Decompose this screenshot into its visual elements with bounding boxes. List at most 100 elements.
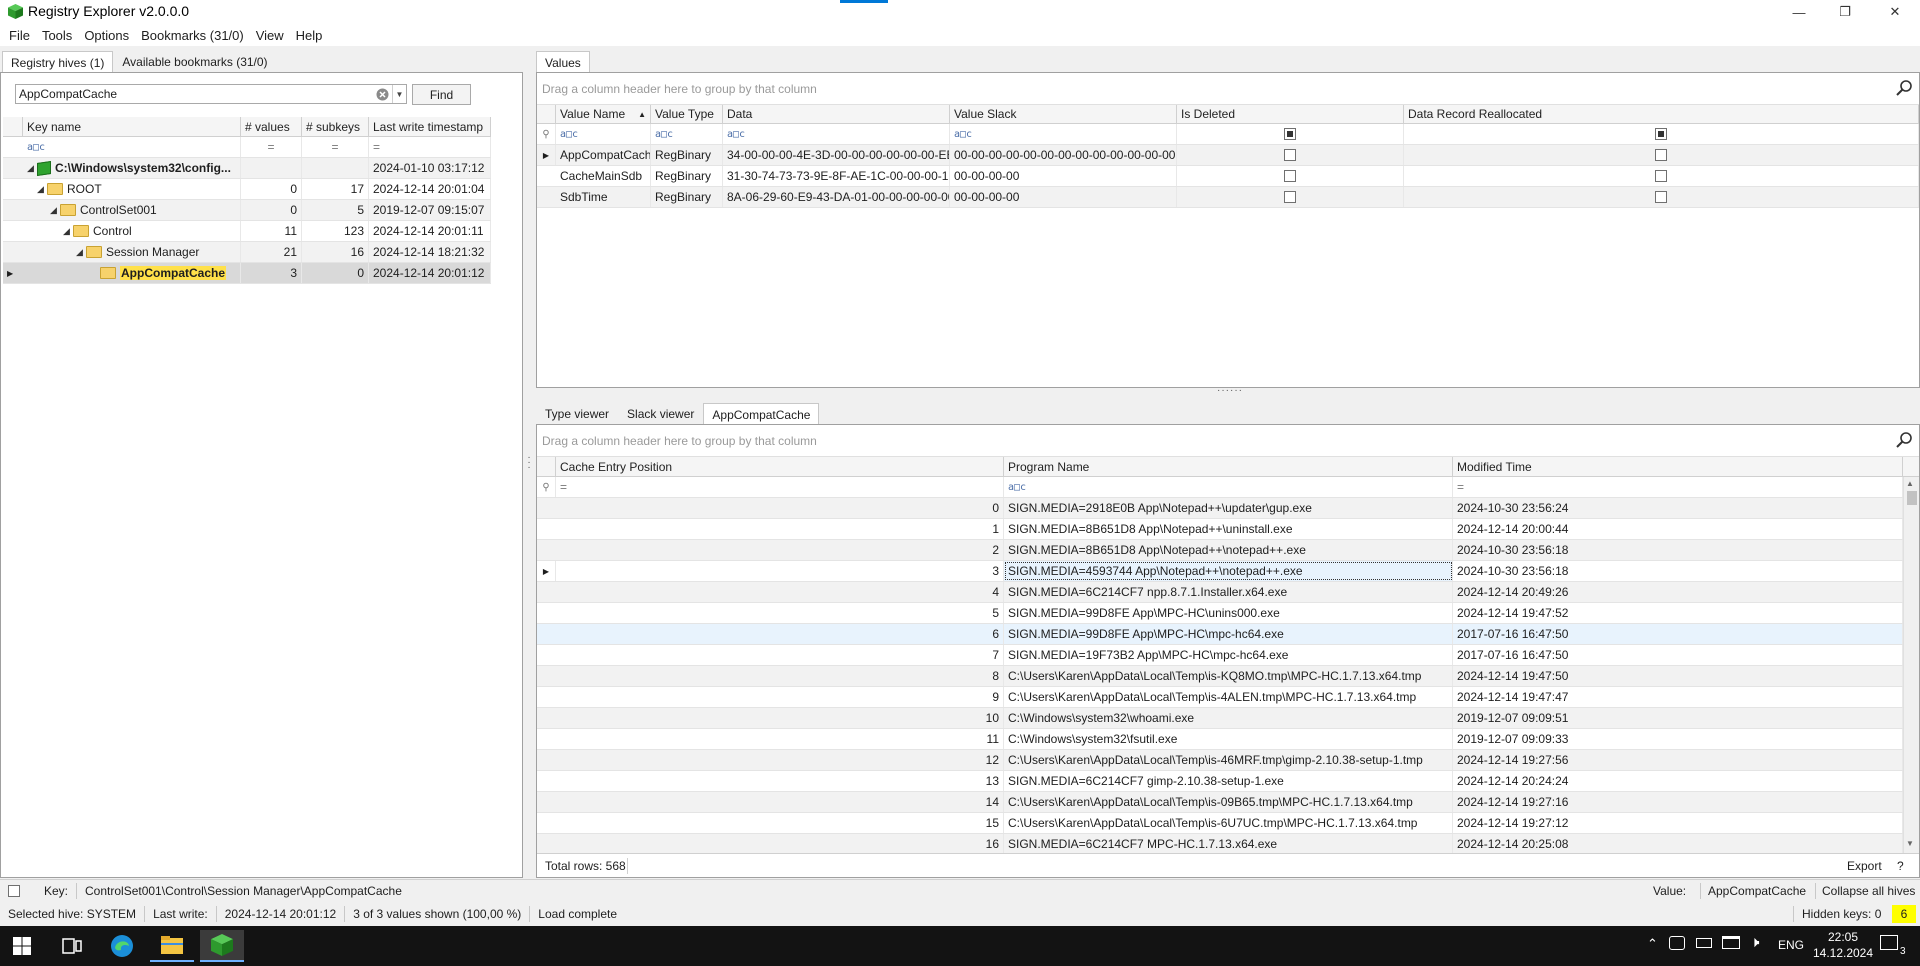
expanded-arrow-icon[interactable]: ◢: [37, 184, 47, 195]
reallocated-checkbox[interactable]: [1655, 191, 1667, 203]
cache-row[interactable]: 12 C:\Users\Karen\AppData\Local\Temp\is-4…: [537, 750, 1903, 771]
tab-appcompatcache[interactable]: AppCompatCache: [703, 403, 820, 425]
col-cache-entry-position[interactable]: Cache Entry Position: [556, 457, 1004, 476]
tree-row[interactable]: ◢ C:\Windows\system32\config... 2024-01-…: [3, 158, 491, 179]
cache-row[interactable]: 11 C:\Windows\system32\fsutil.exe 2019-12-…: [537, 729, 1903, 750]
menu-options[interactable]: Options: [79, 28, 134, 43]
value-row[interactable]: ▶ AppCompatCache RegBinary 34-00-00-00-4…: [537, 145, 1919, 166]
expanded-arrow-icon[interactable]: ◢: [63, 226, 73, 237]
col-value-name[interactable]: Value Name ▲: [556, 105, 651, 123]
col-value-type[interactable]: Value Type: [651, 105, 723, 123]
filter-value-type[interactable]: a□c: [651, 124, 723, 144]
network-icon[interactable]: [1722, 936, 1740, 949]
export-button[interactable]: Export: [1847, 859, 1882, 873]
volume-icon[interactable]: 🕨: [1750, 934, 1759, 951]
filter-subkeys[interactable]: =: [302, 137, 369, 157]
search-icon[interactable]: [1895, 79, 1913, 97]
expanded-arrow-icon[interactable]: ◢: [27, 163, 37, 174]
filter-values[interactable]: =: [241, 137, 302, 157]
tree-row[interactable]: ◢ ControlSet001 0 5 2019-12-07 09:15:07: [3, 200, 491, 221]
tab-available-bookmarks[interactable]: Available bookmarks (31/0): [113, 51, 276, 73]
is-deleted-checkbox[interactable]: [1284, 191, 1296, 203]
is-deleted-checkbox[interactable]: [1284, 149, 1296, 161]
cache-row[interactable]: 4 SIGN.MEDIA=6C214CF7 npp.8.7.1.Installer…: [537, 582, 1903, 603]
filter-checkbox[interactable]: [1655, 128, 1667, 140]
cache-row[interactable]: ▶ 3 SIGN.MEDIA=4593744 App\Notepad++\notep…: [537, 561, 1903, 582]
cache-row[interactable]: 5 SIGN.MEDIA=99D8FE App\MPC-HC\unins000.e…: [537, 603, 1903, 624]
filter-data[interactable]: a□c: [723, 124, 950, 144]
start-button[interactable]: [0, 930, 44, 962]
scroll-up-icon[interactable]: ▲: [1906, 479, 1914, 488]
tree-row[interactable]: ◢ Control 11 123 2024-12-14 20:01:11: [3, 221, 491, 242]
notification-center-icon[interactable]: [1880, 935, 1898, 950]
menu-file[interactable]: File: [4, 28, 35, 43]
restore-button[interactable]: ❐: [1822, 0, 1868, 24]
cache-row[interactable]: 7 SIGN.MEDIA=19F73B2 App\MPC-HC\mpc-hc64.…: [537, 645, 1903, 666]
tab-values[interactable]: Values: [536, 51, 590, 73]
search-icon[interactable]: [1895, 431, 1913, 449]
cache-row[interactable]: 16 SIGN.MEDIA=6C214CF7 MPC-HC.1.7.13.x64.…: [537, 834, 1903, 853]
col-modified-time[interactable]: Modified Time: [1453, 457, 1903, 476]
file-explorer-button[interactable]: [150, 930, 194, 962]
search-input[interactable]: AppCompatCache: [19, 87, 117, 101]
tree-row[interactable]: ◢ ROOT 0 17 2024-12-14 20:01:04: [3, 179, 491, 200]
col-key-name[interactable]: Key name: [23, 117, 241, 136]
filter-value-name[interactable]: a□c: [556, 124, 651, 144]
filter-program-name[interactable]: a□c: [1004, 477, 1453, 497]
vertical-scrollbar[interactable]: ▲ ▼: [1903, 477, 1919, 853]
registry-explorer-taskbar-button[interactable]: [200, 930, 244, 962]
cache-row[interactable]: 1 SIGN.MEDIA=8B651D8 App\Notepad++\uninst…: [537, 519, 1903, 540]
cache-group-panel[interactable]: Drag a column header here to group by th…: [537, 425, 1919, 457]
tree-row[interactable]: ◢ Session Manager 21 16 2024-12-14 18:21…: [3, 242, 491, 263]
expanded-arrow-icon[interactable]: ◢: [50, 205, 60, 216]
filter-modified-time[interactable]: =: [1453, 477, 1903, 497]
tab-slack-viewer[interactable]: Slack viewer: [618, 403, 703, 425]
cache-row[interactable]: 6 SIGN.MEDIA=99D8FE App\MPC-HC\mpc-hc64.e…: [537, 624, 1903, 645]
filter-key-name[interactable]: a□c: [23, 137, 241, 157]
col-program-name[interactable]: Program Name: [1004, 457, 1453, 476]
is-deleted-checkbox[interactable]: [1284, 170, 1296, 182]
menu-help[interactable]: Help: [291, 28, 328, 43]
values-group-panel[interactable]: Drag a column header here to group by th…: [537, 73, 1919, 105]
tray-overflow-icon[interactable]: ⌃: [1647, 936, 1658, 952]
expanded-arrow-icon[interactable]: ◢: [76, 247, 86, 258]
filter-value-slack[interactable]: a□c: [950, 124, 1177, 144]
col-value-slack[interactable]: Value Slack: [950, 105, 1177, 123]
filter-last-write[interactable]: =: [369, 137, 491, 157]
search-box[interactable]: AppCompatCache ▼: [15, 84, 407, 104]
value-row[interactable]: SdbTime RegBinary 8A-06-29-60-E9-43-DA-0…: [537, 187, 1919, 208]
edge-button[interactable]: [100, 930, 144, 962]
filter-cache-entry[interactable]: =: [556, 477, 1004, 497]
cache-row[interactable]: 0 SIGN.MEDIA=2918E0B App\Notepad++\update…: [537, 498, 1903, 519]
filter-reallocated[interactable]: [1404, 124, 1919, 144]
cache-row[interactable]: 14 C:\Users\Karen\AppData\Local\Temp\is-0…: [537, 792, 1903, 813]
help-button[interactable]: ?: [1897, 859, 1904, 873]
cache-row[interactable]: 8 C:\Users\Karen\AppData\Local\Temp\is-KQ…: [537, 666, 1903, 687]
cache-row[interactable]: 13 SIGN.MEDIA=6C214CF7 gimp-2.10.38-setup…: [537, 771, 1903, 792]
battery-icon[interactable]: [1696, 938, 1712, 948]
col-data[interactable]: Data: [723, 105, 950, 123]
scroll-thumb[interactable]: [1907, 491, 1917, 505]
clock[interactable]: 22:05 14.12.2024: [1808, 929, 1878, 961]
close-button[interactable]: ✕: [1872, 0, 1918, 24]
vertical-splitter[interactable]: · · ·: [526, 453, 532, 473]
key-bar-checkbox[interactable]: [8, 884, 20, 897]
col-data-record-reallocated[interactable]: Data Record Reallocated: [1404, 105, 1919, 123]
col-is-deleted[interactable]: Is Deleted: [1177, 105, 1404, 123]
reallocated-checkbox[interactable]: [1655, 170, 1667, 182]
cache-row[interactable]: 2 SIGN.MEDIA=8B651D8 App\Notepad++\notepa…: [537, 540, 1903, 561]
language-indicator[interactable]: ENG: [1778, 938, 1804, 952]
filter-checkbox[interactable]: [1284, 128, 1296, 140]
cache-row[interactable]: 10 C:\Windows\system32\whoami.exe 2019-12-…: [537, 708, 1903, 729]
col-subkeys[interactable]: # subkeys: [302, 117, 369, 136]
minimize-button[interactable]: —: [1776, 0, 1822, 24]
tree-row-selected[interactable]: ▶ AppCompatCache 3 0 2024-12-14 20:01:12: [3, 263, 491, 284]
find-button[interactable]: Find: [412, 84, 471, 105]
task-view-button[interactable]: [50, 930, 94, 962]
tab-registry-hives[interactable]: Registry hives (1): [2, 51, 114, 73]
menu-tools[interactable]: Tools: [37, 28, 77, 43]
collapse-all-hives-button[interactable]: Collapse all hives: [1822, 884, 1915, 898]
filter-is-deleted[interactable]: [1177, 124, 1404, 144]
horizontal-splitter[interactable]: ······: [1217, 386, 1242, 396]
menu-view[interactable]: View: [251, 28, 289, 43]
